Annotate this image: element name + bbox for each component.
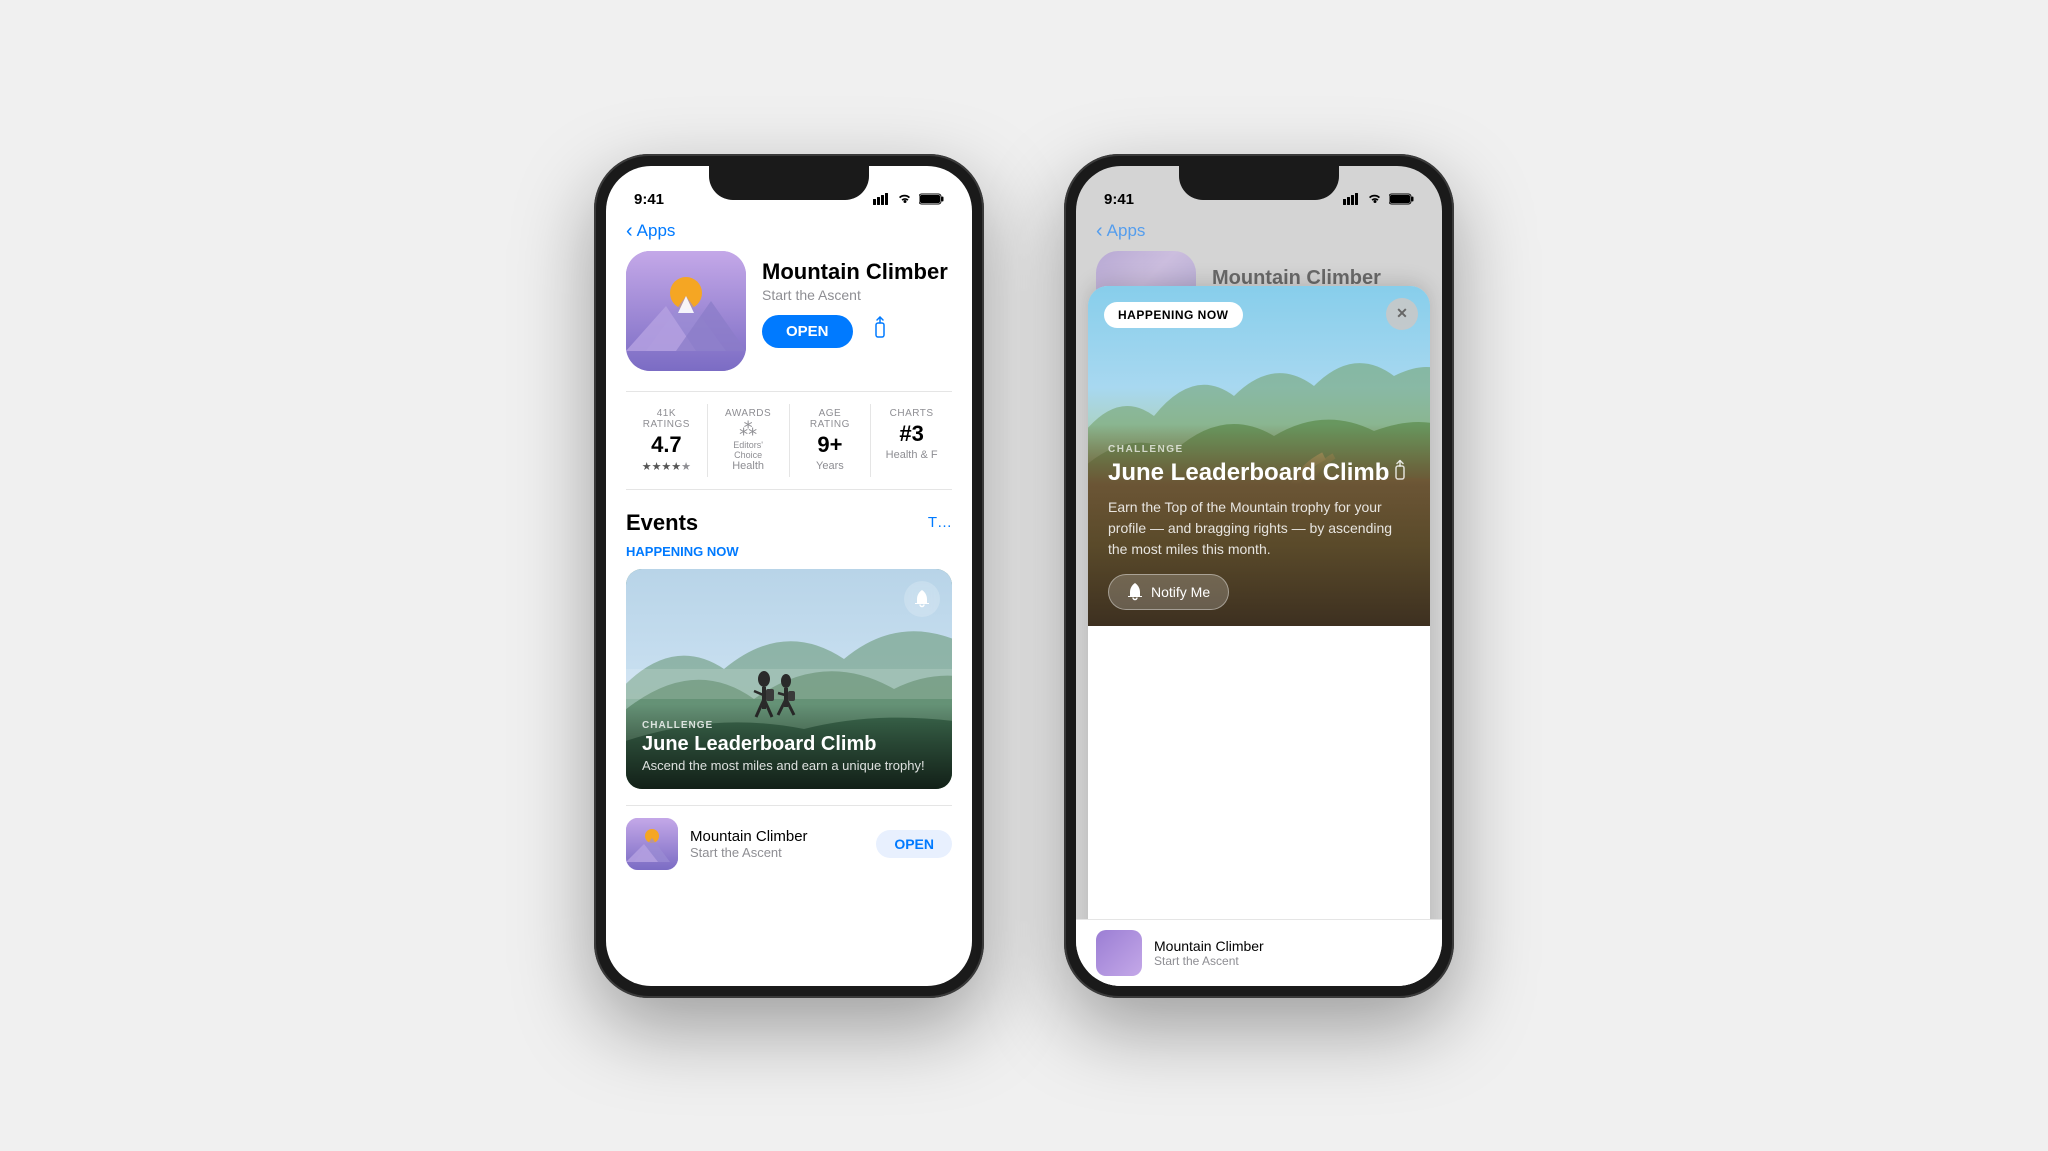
open-button-1[interactable]: OPEN: [762, 315, 853, 348]
age-sub: Years: [798, 460, 863, 472]
ratings-stars: ★★★★★: [634, 460, 699, 473]
status-time-1: 9:41: [634, 191, 664, 208]
awards-sub: Health: [716, 460, 781, 472]
bottom-app-row-2: Mountain Climber Start the Ascent: [1076, 919, 1442, 986]
editors-choice-text: Editors'Choice: [733, 440, 763, 460]
age-label: AGE RATING: [798, 408, 863, 430]
app-row-name-1: Mountain Climber: [690, 828, 864, 845]
back-button-2[interactable]: ‹ Apps: [1096, 220, 1145, 243]
back-chevron-icon-1: ‹: [626, 220, 633, 243]
signal-icon-2: [1343, 193, 1361, 208]
open-button-bottom-1[interactable]: OPEN: [876, 830, 952, 858]
event-type-1: CHALLENGE: [642, 720, 936, 731]
event-card-1[interactable]: CHALLENGE June Leaderboard Climb Ascend …: [626, 569, 952, 789]
event-detail-title-2: June Leaderboard Climb: [1108, 459, 1390, 488]
app-content-1: Mountain Climber Start the Ascent OPEN 4…: [606, 251, 972, 961]
notch-2: [1179, 166, 1339, 200]
event-hero-image-2: CHALLENGE June Leaderboard Climb Earn th…: [1088, 286, 1430, 626]
event-desc-1: Ascend the most miles and earn a unique …: [642, 758, 936, 773]
back-label-1: Apps: [637, 221, 676, 241]
happening-now-badge-2: HAPPENING NOW: [1104, 302, 1243, 328]
back-button-1[interactable]: ‹ Apps: [626, 220, 675, 243]
event-detail-type-2: CHALLENGE: [1108, 444, 1410, 455]
charts-value: #3: [879, 421, 944, 447]
charts-label: CHARTS: [879, 408, 944, 419]
phone-1: 9:41 ‹ Apps: [594, 154, 984, 998]
events-header-1: Events T…: [626, 510, 952, 536]
ratings-row-1: 41K RATINGS 4.7 ★★★★★ AWARDS ⁂ Editors'C…: [626, 391, 952, 490]
app-row-info-1: Mountain Climber Start the Ascent: [690, 828, 864, 860]
age-value: 9+: [798, 432, 863, 458]
awards-label: AWARDS: [716, 408, 781, 419]
bottom-app-sub-row-2: Start the Ascent: [1154, 954, 1422, 968]
wifi-icon-1: [897, 193, 913, 208]
bell-icon-1[interactable]: [904, 581, 940, 617]
event-detail-overlay-2: HAPPENING NOW ✕: [1088, 286, 1430, 986]
bottom-app-icon-2: [1096, 930, 1142, 976]
event-image-1: CHALLENGE June Leaderboard Climb Ascend …: [626, 569, 952, 789]
app-row-bottom-1: Mountain Climber Start the Ascent OPEN: [626, 805, 952, 882]
battery-icon-2: [1389, 193, 1414, 208]
bottom-app-info-2: Mountain Climber Start the Ascent: [1154, 938, 1422, 968]
ratings-count-label: 41K RATINGS: [634, 408, 699, 430]
app-subtitle-1: Start the Ascent: [762, 287, 952, 303]
back-chevron-icon-2: ‹: [1096, 220, 1103, 243]
phone-2-screen: 9:41 ‹ Apps: [1076, 166, 1442, 986]
events-title-1: Events: [626, 510, 698, 536]
close-button-2[interactable]: ✕: [1386, 298, 1418, 330]
editors-choice-badge: ⁂ Editors'Choice: [716, 419, 781, 460]
event-name-1: June Leaderboard Climb: [642, 733, 936, 756]
app-icon-1: [626, 251, 746, 371]
app-info-1: Mountain Climber Start the Ascent OPEN: [762, 251, 952, 348]
bottom-app-name-row-2: Mountain Climber: [1154, 938, 1422, 954]
nav-bar-2: ‹ Apps: [1076, 216, 1442, 251]
ratings-count-value: 4.7: [634, 432, 699, 458]
notify-me-button-2[interactable]: Notify Me: [1108, 574, 1229, 610]
rating-cell-age: AGE RATING 9+ Years: [790, 404, 872, 477]
notify-me-label-2: Notify Me: [1151, 584, 1210, 600]
charts-sub: Health & F: [879, 449, 944, 461]
back-label-2: Apps: [1107, 221, 1146, 241]
happening-now-label-1: HAPPENING NOW: [626, 544, 952, 559]
app-row-sub-1: Start the Ascent: [690, 845, 864, 860]
rating-cell-awards: AWARDS ⁂ Editors'Choice Health: [708, 404, 790, 477]
event-detail-info-2: CHALLENGE June Leaderboard Climb Earn th…: [1088, 424, 1430, 626]
wreath-icon: ⁂: [739, 419, 757, 440]
close-icon-2: ✕: [1396, 305, 1408, 322]
share-icon-2[interactable]: [1390, 459, 1410, 489]
rating-cell-charts: CHARTS #3 Health & F: [871, 404, 952, 477]
status-time-2: 9:41: [1104, 191, 1134, 208]
signal-icon-1: [873, 193, 891, 208]
events-more-link[interactable]: T…: [928, 514, 952, 531]
notch-1: [709, 166, 869, 200]
phone-1-screen: 9:41 ‹ Apps: [606, 166, 972, 986]
battery-icon-1: [919, 193, 944, 208]
status-icons-2: [1343, 193, 1414, 208]
share-icon-1[interactable]: [869, 315, 891, 347]
app-header-1: Mountain Climber Start the Ascent OPEN: [626, 251, 952, 371]
app-row-icon-1: [626, 818, 678, 870]
event-info-1: CHALLENGE June Leaderboard Climb Ascend …: [626, 704, 952, 789]
event-detail-title-row-2: June Leaderboard Climb: [1108, 459, 1410, 489]
rating-cell-count: 41K RATINGS 4.7 ★★★★★: [626, 404, 708, 477]
app-actions-1: OPEN: [762, 315, 952, 348]
status-icons-1: [873, 193, 944, 208]
app-name-1: Mountain Climber: [762, 259, 952, 285]
phone-2: 9:41 ‹ Apps: [1064, 154, 1454, 998]
nav-bar-1: ‹ Apps: [606, 216, 972, 251]
event-detail-desc-2: Earn the Top of the Mountain trophy for …: [1108, 497, 1410, 560]
wifi-icon-2: [1367, 193, 1383, 208]
